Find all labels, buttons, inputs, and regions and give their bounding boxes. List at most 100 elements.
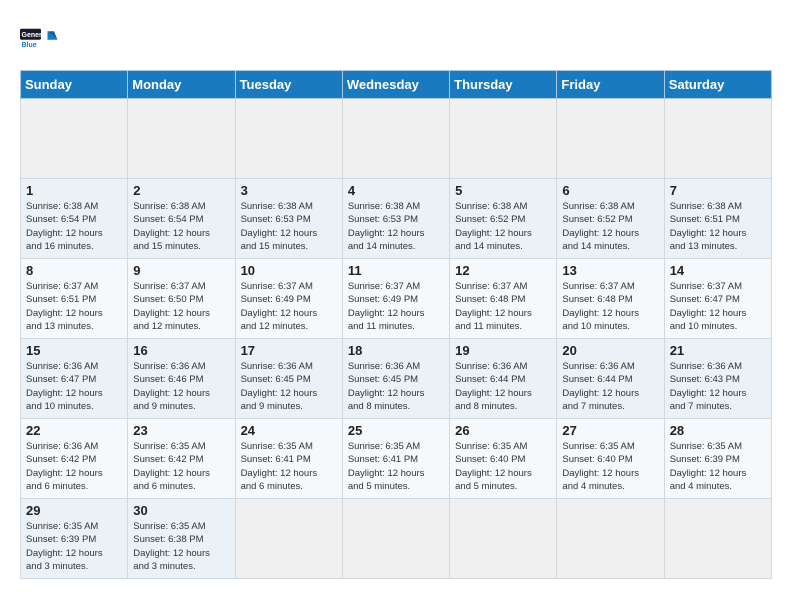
calendar-week-6: 29 Sunrise: 6:35 AM Sunset: 6:39 PM Dayli… xyxy=(21,499,772,579)
day-number: 25 xyxy=(348,423,444,438)
day-number: 12 xyxy=(455,263,551,278)
day-detail: Sunrise: 6:35 AM Sunset: 6:39 PM Dayligh… xyxy=(670,441,747,492)
day-number: 30 xyxy=(133,503,229,518)
calendar-cell: 17 Sunrise: 6:36 AM Sunset: 6:45 PM Dayli… xyxy=(235,339,342,419)
day-number: 20 xyxy=(562,343,658,358)
day-number: 9 xyxy=(133,263,229,278)
day-detail: Sunrise: 6:37 AM Sunset: 6:47 PM Dayligh… xyxy=(670,281,747,332)
calendar-cell: 22 Sunrise: 6:36 AM Sunset: 6:42 PM Dayli… xyxy=(21,419,128,499)
calendar-cell: 12Sunrise: 6:37 AM Sunset: 6:48 PM Dayli… xyxy=(450,259,557,339)
col-header-sunday: Sunday xyxy=(21,71,128,99)
calendar-cell xyxy=(450,99,557,179)
calendar-header-row: SundayMondayTuesdayWednesdayThursdayFrid… xyxy=(21,71,772,99)
day-number: 16 xyxy=(133,343,229,358)
day-detail: Sunrise: 6:38 AM Sunset: 6:54 PM Dayligh… xyxy=(133,201,210,252)
calendar-week-3: 8 Sunrise: 6:37 AM Sunset: 6:51 PM Daylig… xyxy=(21,259,772,339)
day-number: 19 xyxy=(455,343,551,358)
day-number: 18 xyxy=(348,343,444,358)
day-number: 13 xyxy=(562,263,658,278)
day-detail: Sunrise: 6:38 AM Sunset: 6:53 PM Dayligh… xyxy=(348,201,425,252)
day-detail: Sunrise: 6:36 AM Sunset: 6:43 PM Dayligh… xyxy=(670,361,747,412)
day-number: 17 xyxy=(241,343,337,358)
calendar-cell: 16 Sunrise: 6:36 AM Sunset: 6:46 PM Dayli… xyxy=(128,339,235,419)
day-number: 26 xyxy=(455,423,551,438)
day-number: 7 xyxy=(670,183,766,198)
day-detail: Sunrise: 6:35 AM Sunset: 6:40 PM Dayligh… xyxy=(562,441,639,492)
col-header-tuesday: Tuesday xyxy=(235,71,342,99)
day-number: 22 xyxy=(26,423,122,438)
page-header: General Blue xyxy=(20,20,772,60)
svg-text:Blue: Blue xyxy=(22,42,37,49)
calendar-cell: 5 Sunrise: 6:38 AM Sunset: 6:52 PM Daylig… xyxy=(450,179,557,259)
calendar-cell xyxy=(128,99,235,179)
calendar-week-5: 22 Sunrise: 6:36 AM Sunset: 6:42 PM Dayli… xyxy=(21,419,772,499)
calendar-cell xyxy=(21,99,128,179)
calendar-cell xyxy=(557,499,664,579)
day-detail: Sunrise: 6:38 AM Sunset: 6:54 PM Dayligh… xyxy=(26,201,103,252)
day-detail: Sunrise: 6:35 AM Sunset: 6:41 PM Dayligh… xyxy=(348,441,425,492)
day-number: 14 xyxy=(670,263,766,278)
day-detail: Sunrise: 6:35 AM Sunset: 6:41 PM Dayligh… xyxy=(241,441,318,492)
col-header-thursday: Thursday xyxy=(450,71,557,99)
logo-svg: General Blue xyxy=(20,20,60,60)
day-detail: Sunrise: 6:36 AM Sunset: 6:46 PM Dayligh… xyxy=(133,361,210,412)
day-detail: Sunrise: 6:35 AM Sunset: 6:38 PM Dayligh… xyxy=(133,521,210,572)
day-detail: Sunrise: 6:35 AM Sunset: 6:39 PM Dayligh… xyxy=(26,521,103,572)
calendar-cell: 8 Sunrise: 6:37 AM Sunset: 6:51 PM Daylig… xyxy=(21,259,128,339)
col-header-wednesday: Wednesday xyxy=(342,71,449,99)
day-detail: Sunrise: 6:36 AM Sunset: 6:44 PM Dayligh… xyxy=(455,361,532,412)
day-detail: Sunrise: 6:36 AM Sunset: 6:47 PM Dayligh… xyxy=(26,361,103,412)
calendar-cell xyxy=(342,499,449,579)
calendar-cell: 29 Sunrise: 6:35 AM Sunset: 6:39 PM Dayli… xyxy=(21,499,128,579)
day-detail: Sunrise: 6:37 AM Sunset: 6:51 PM Dayligh… xyxy=(26,281,103,332)
calendar-cell xyxy=(557,99,664,179)
logo: General Blue xyxy=(20,20,60,60)
day-number: 3 xyxy=(241,183,337,198)
day-number: 2 xyxy=(133,183,229,198)
calendar-cell: 3 Sunrise: 6:38 AM Sunset: 6:53 PM Daylig… xyxy=(235,179,342,259)
calendar-cell xyxy=(664,499,771,579)
day-detail: Sunrise: 6:35 AM Sunset: 6:42 PM Dayligh… xyxy=(133,441,210,492)
calendar-week-2: 1 Sunrise: 6:38 AM Sunset: 6:54 PM Daylig… xyxy=(21,179,772,259)
calendar-cell: 6 Sunrise: 6:38 AM Sunset: 6:52 PM Daylig… xyxy=(557,179,664,259)
day-number: 1 xyxy=(26,183,122,198)
day-number: 15 xyxy=(26,343,122,358)
col-header-saturday: Saturday xyxy=(664,71,771,99)
day-number: 6 xyxy=(562,183,658,198)
calendar-cell xyxy=(235,499,342,579)
calendar-week-4: 15 Sunrise: 6:36 AM Sunset: 6:47 PM Dayli… xyxy=(21,339,772,419)
day-number: 4 xyxy=(348,183,444,198)
day-detail: Sunrise: 6:37 AM Sunset: 6:50 PM Dayligh… xyxy=(133,281,210,332)
calendar-cell xyxy=(235,99,342,179)
calendar-cell: 1 Sunrise: 6:38 AM Sunset: 6:54 PM Daylig… xyxy=(21,179,128,259)
day-detail: Sunrise: 6:38 AM Sunset: 6:52 PM Dayligh… xyxy=(562,201,639,252)
day-number: 23 xyxy=(133,423,229,438)
calendar-cell: 28 Sunrise: 6:35 AM Sunset: 6:39 PM Dayli… xyxy=(664,419,771,499)
day-number: 27 xyxy=(562,423,658,438)
calendar-cell: 4 Sunrise: 6:38 AM Sunset: 6:53 PM Daylig… xyxy=(342,179,449,259)
day-number: 5 xyxy=(455,183,551,198)
day-number: 10 xyxy=(241,263,337,278)
calendar-cell: 7Sunrise: 6:38 AM Sunset: 6:51 PM Daylig… xyxy=(664,179,771,259)
calendar-cell: 15 Sunrise: 6:36 AM Sunset: 6:47 PM Dayli… xyxy=(21,339,128,419)
calendar-cell: 18 Sunrise: 6:36 AM Sunset: 6:45 PM Dayli… xyxy=(342,339,449,419)
day-detail: Sunrise: 6:36 AM Sunset: 6:42 PM Dayligh… xyxy=(26,441,103,492)
day-detail: Sunrise: 6:36 AM Sunset: 6:45 PM Dayligh… xyxy=(241,361,318,412)
calendar-cell: 20 Sunrise: 6:36 AM Sunset: 6:44 PM Dayli… xyxy=(557,339,664,419)
day-number: 8 xyxy=(26,263,122,278)
calendar-cell: 21Sunrise: 6:36 AM Sunset: 6:43 PM Dayli… xyxy=(664,339,771,419)
calendar-cell: 10Sunrise: 6:37 AM Sunset: 6:49 PM Dayli… xyxy=(235,259,342,339)
day-detail: Sunrise: 6:36 AM Sunset: 6:45 PM Dayligh… xyxy=(348,361,425,412)
calendar-cell: 25 Sunrise: 6:35 AM Sunset: 6:41 PM Dayli… xyxy=(342,419,449,499)
day-number: 28 xyxy=(670,423,766,438)
calendar-table: SundayMondayTuesdayWednesdayThursdayFrid… xyxy=(20,70,772,579)
calendar-cell: 11Sunrise: 6:37 AM Sunset: 6:49 PM Dayli… xyxy=(342,259,449,339)
day-detail: Sunrise: 6:38 AM Sunset: 6:53 PM Dayligh… xyxy=(241,201,318,252)
calendar-cell xyxy=(450,499,557,579)
day-detail: Sunrise: 6:36 AM Sunset: 6:44 PM Dayligh… xyxy=(562,361,639,412)
calendar-cell: 13Sunrise: 6:37 AM Sunset: 6:48 PM Dayli… xyxy=(557,259,664,339)
day-detail: Sunrise: 6:38 AM Sunset: 6:52 PM Dayligh… xyxy=(455,201,532,252)
day-number: 24 xyxy=(241,423,337,438)
calendar-cell: 30 Sunrise: 6:35 AM Sunset: 6:38 PM Dayli… xyxy=(128,499,235,579)
day-number: 29 xyxy=(26,503,122,518)
